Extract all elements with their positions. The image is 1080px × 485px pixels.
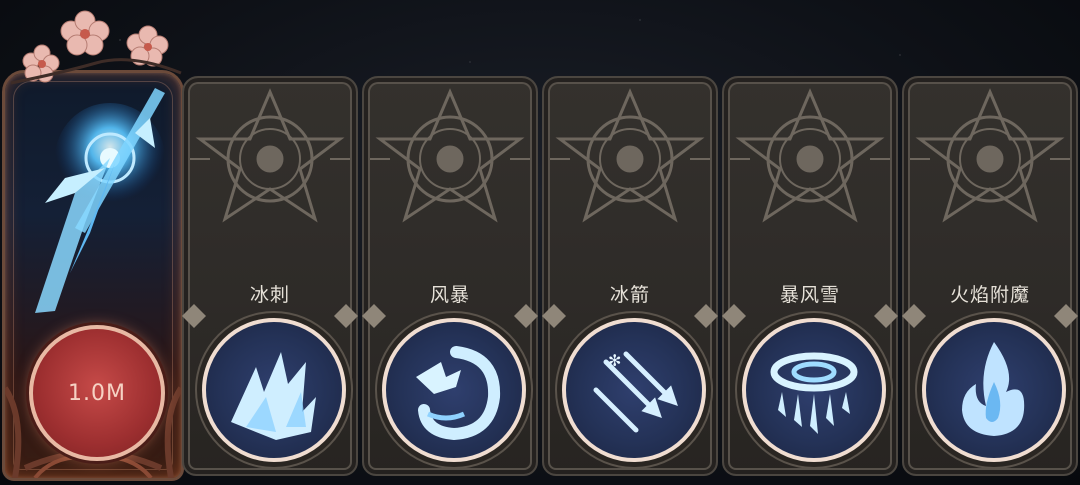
- skill-card-ice-arrows[interactable]: 冰箭 ✻: [542, 76, 718, 476]
- corner-ornament: [1054, 304, 1078, 328]
- cost-badge[interactable]: 1.0M: [29, 325, 165, 461]
- skill-card-ice-spikes[interactable]: 冰刺: [182, 76, 358, 476]
- hexagram-emblem-icon: [910, 90, 1070, 221]
- skill-card-storm[interactable]: 风暴: [362, 76, 538, 476]
- skill-icon-slot[interactable]: [922, 318, 1066, 462]
- corner-ornament: [722, 304, 746, 328]
- ice-shard-burst-icon: [35, 88, 165, 313]
- corner-ornament: [182, 304, 206, 328]
- skill-card-blizzard[interactable]: 暴风雪: [722, 76, 898, 476]
- skill-name: 风暴: [429, 284, 470, 306]
- hexagram-emblem-icon: [550, 90, 710, 221]
- ice-arrows-icon: ✻: [593, 351, 678, 433]
- hexagram-emblem-icon: [190, 90, 350, 221]
- ice-spikes-icon: [231, 352, 316, 440]
- blizzard-icon: [770, 352, 858, 434]
- skill-icon-slot[interactable]: [202, 318, 346, 462]
- corner-ornament: [514, 304, 538, 328]
- skill-name: 火焰附魔: [949, 284, 1030, 306]
- featured-skill-card[interactable]: 1.0M: [2, 10, 184, 481]
- cost-value: 1.0M: [68, 380, 126, 406]
- corner-ornament: [334, 304, 358, 328]
- skill-icon-slot[interactable]: ✻: [562, 318, 706, 462]
- skill-name: 暴风雪: [779, 284, 840, 306]
- skill-name: 冰箭: [609, 284, 650, 306]
- corner-ornament: [694, 304, 718, 328]
- skill-name: 冰刺: [249, 284, 290, 306]
- flame-enchant-icon: [962, 342, 1025, 436]
- svg-text:✻: ✻: [608, 351, 621, 370]
- skill-icon-slot[interactable]: [382, 318, 526, 462]
- skill-card-flame-enchant[interactable]: 火焰附魔: [902, 76, 1078, 476]
- hexagram-emblem-icon: [730, 90, 890, 221]
- corner-ornament: [902, 304, 926, 328]
- corner-ornament: [874, 304, 898, 328]
- skill-icon-slot[interactable]: [742, 318, 886, 462]
- corner-ornament: [362, 304, 386, 328]
- hexagram-emblem-icon: [370, 90, 530, 221]
- corner-ornament: [542, 304, 566, 328]
- storm-dragon-icon: [416, 346, 501, 441]
